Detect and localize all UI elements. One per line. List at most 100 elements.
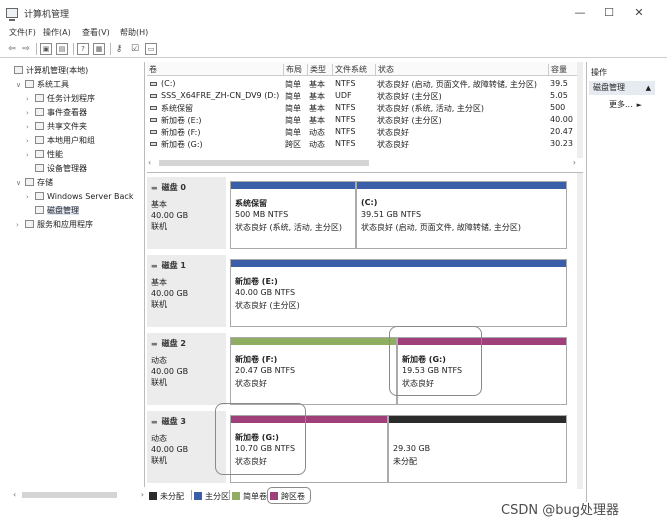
back-arrow-icon[interactable]: ⇦ xyxy=(6,43,18,55)
chevron-right-icon[interactable]: › xyxy=(26,190,35,204)
legend-divider xyxy=(229,490,230,500)
col-volume[interactable]: 卷 xyxy=(147,64,157,75)
collapse-arrow-icon[interactable]: ▲ xyxy=(646,81,651,95)
col-layout[interactable]: 布局 xyxy=(283,64,302,75)
disk-state: 联机 xyxy=(151,222,167,231)
key-icon[interactable]: ⚷ xyxy=(113,43,125,55)
disk-info[interactable]: 磁盘 1 基本 40.00 GB 联机 xyxy=(147,255,226,327)
title-bar: 计算机管理 — ☐ ✕ xyxy=(0,0,667,26)
view-icon[interactable]: ▭ xyxy=(145,43,157,55)
navigation-tree: 计算机管理(本地) ∨ 系统工具 › 任务计划程序 › 事件查看器 › 共享文件夹 › 本… xyxy=(12,62,145,487)
menu-bar: 文件(F) 操作(A) 查看(V) 帮助(H) xyxy=(0,26,667,40)
scroll-right-icon[interactable]: › xyxy=(573,158,576,168)
menu-action[interactable]: 操作(A) xyxy=(43,27,71,38)
table-row[interactable]: 新加卷 (G:) 跨区 动态 NTFS 状态良好 30.23 xyxy=(147,138,577,150)
checkmark-icon[interactable]: ☑ xyxy=(129,43,141,55)
scroll-left-icon[interactable]: ‹ xyxy=(148,158,151,168)
forward-arrow-icon[interactable]: ⇨ xyxy=(20,43,32,55)
col-type[interactable]: 类型 xyxy=(307,64,326,75)
partition-system-reserved[interactable]: 系统保留 500 MB NTFS 状态良好 (系统, 活动, 主分区) xyxy=(230,181,356,249)
chevron-right-icon[interactable]: › xyxy=(26,120,35,134)
tree-item-system-tools[interactable]: ∨ 系统工具 xyxy=(16,78,69,92)
show-hide-tree-icon[interactable]: ▤ xyxy=(56,43,68,55)
performance-icon xyxy=(35,150,44,158)
disk-row-1[interactable]: 磁盘 1 基本 40.00 GB 联机 新加卷 (E:) 40.00 GB NT… xyxy=(147,255,577,327)
col-status[interactable]: 状态 xyxy=(375,64,394,75)
table-row[interactable]: 新加卷 (F:) 简单 动态 NTFS 状态良好 20.47 xyxy=(147,126,577,138)
chevron-right-icon[interactable]: › xyxy=(26,148,35,162)
legend-swatch xyxy=(194,492,202,500)
chevron-right-icon[interactable]: › xyxy=(26,106,35,120)
table-row[interactable]: 新加卷 (E:) 简单 基本 NTFS 状态良好 (主分区) 40.00 xyxy=(147,114,577,126)
volume-list-horizontal-scrollbar[interactable]: ‹ › xyxy=(147,158,577,168)
chevron-right-icon[interactable]: › xyxy=(16,218,25,232)
more-actions-link[interactable]: 更多... ► xyxy=(609,99,642,110)
tree-item-local-users[interactable]: › 本地用户和组 xyxy=(26,134,95,148)
col-filesystem[interactable]: 文件系统 xyxy=(332,64,367,75)
table-row[interactable]: SSS_X64FRE_ZH-CN_DV9 (D:) 简单 基本 UDF 状态良好… xyxy=(147,90,577,102)
actions-section-disk-management[interactable]: 磁盘管理 ▲ xyxy=(589,81,655,95)
highlight-annotation-g-disk2 xyxy=(389,326,482,396)
table-row[interactable]: 系统保留 简单 基本 NTFS 状态良好 (系统, 活动, 主分区) 500 xyxy=(147,102,577,114)
volume-list-vertical-scrollbar[interactable] xyxy=(577,62,583,158)
disk-name: 磁盘 2 xyxy=(151,338,222,349)
disk-row-0[interactable]: 磁盘 0 基本 40.00 GB 联机 系统保留 500 MB NTFS 状态良… xyxy=(147,177,577,249)
disk-size: 40.00 GB xyxy=(151,211,189,220)
disk-kind: 基本 xyxy=(151,278,167,287)
properties-icon[interactable]: ▦ xyxy=(93,43,105,55)
scroll-thumb[interactable] xyxy=(159,160,369,166)
chevron-down-icon[interactable]: ∨ xyxy=(16,78,25,92)
menu-view[interactable]: 查看(V) xyxy=(82,27,110,38)
disk-row-3[interactable]: 磁盘 3 动态 40.00 GB 联机 新加卷 (G:) 10.70 GB NT… xyxy=(147,411,577,483)
scroll-left-icon[interactable]: ‹ xyxy=(13,490,16,500)
tree-item-storage[interactable]: ∨ 存储 xyxy=(16,176,53,190)
menu-help[interactable]: 帮助(H) xyxy=(120,27,148,38)
partition-c[interactable]: (C:) 39.51 GB NTFS 状态良好 (启动, 页面文件, 故障转储,… xyxy=(356,181,567,249)
scroll-thumb[interactable] xyxy=(22,492,117,498)
scroll-right-icon[interactable]: › xyxy=(141,490,144,500)
event-viewer-icon xyxy=(35,108,44,116)
tree-item-event-viewer[interactable]: › 事件查看器 xyxy=(26,106,87,120)
chevron-right-icon[interactable]: › xyxy=(26,134,35,148)
tree-item-task-scheduler[interactable]: › 任务计划程序 xyxy=(26,92,95,106)
disk-name: 磁盘 3 xyxy=(151,416,222,427)
tree-item-services-and-apps[interactable]: › 服务和应用程序 xyxy=(16,218,93,232)
tree-item-performance[interactable]: › 性能 xyxy=(26,148,63,162)
disk-name: 磁盘 0 xyxy=(151,182,222,193)
toolbar: ⇦ ⇨ ▣ ▤ ? ▦ ⚷ ☑ ▭ xyxy=(0,40,667,58)
table-row[interactable]: (C:) 简单 基本 NTFS 状态良好 (启动, 页面文件, 故障转储, 主分… xyxy=(147,78,577,90)
disk-state: 联机 xyxy=(151,300,167,309)
tree-horizontal-scrollbar[interactable]: ‹ › xyxy=(12,490,145,500)
disk-row-2[interactable]: 磁盘 2 动态 40.00 GB 联机 新加卷 (F:) 20.47 GB NT… xyxy=(147,333,577,405)
disk-info[interactable]: 磁盘 2 动态 40.00 GB 联机 xyxy=(147,333,226,405)
partition-color-bar xyxy=(231,182,355,189)
partition-unallocated[interactable]: 29.30 GB 未分配 xyxy=(388,415,567,483)
tree-item-disk-management[interactable]: 磁盘管理 xyxy=(35,204,79,218)
disk-view-vertical-scrollbar[interactable] xyxy=(577,173,583,489)
drive-icon xyxy=(150,82,157,86)
col-capacity[interactable]: 容量 xyxy=(548,64,567,75)
close-button[interactable]: ✕ xyxy=(626,5,652,21)
partition-e[interactable]: 新加卷 (E:) 40.00 GB NTFS 状态良好 (主分区) xyxy=(230,259,567,327)
tree-item-computer-management[interactable]: 计算机管理(本地) xyxy=(14,64,88,78)
disk-info[interactable]: 磁盘 0 基本 40.00 GB 联机 xyxy=(147,177,226,249)
up-folder-icon[interactable]: ▣ xyxy=(40,43,52,55)
disk-management-icon xyxy=(35,206,44,214)
minimize-button[interactable]: — xyxy=(567,5,593,21)
tree-item-shared-folders[interactable]: › 共享文件夹 xyxy=(26,120,87,134)
drive-icon xyxy=(150,106,157,110)
folder-icon xyxy=(35,122,44,130)
watermark: CSDN @bug处理器 xyxy=(501,503,619,518)
chevron-right-icon[interactable]: › xyxy=(26,92,35,106)
tree-item-device-manager[interactable]: 设备管理器 xyxy=(35,162,87,176)
highlight-annotation-legend xyxy=(267,487,311,504)
partition-color-bar xyxy=(357,182,566,189)
chevron-down-icon[interactable]: ∨ xyxy=(16,176,25,190)
disk-kind: 动态 xyxy=(151,356,167,365)
partition-f[interactable]: 新加卷 (F:) 20.47 GB NTFS 状态良好 xyxy=(230,337,397,405)
maximize-button[interactable]: ☐ xyxy=(596,5,622,21)
tree-item-windows-server-backup[interactable]: › Windows Server Back xyxy=(26,190,133,204)
help-icon[interactable]: ? xyxy=(77,43,89,55)
drive-icon xyxy=(150,118,157,122)
menu-file[interactable]: 文件(F) xyxy=(9,27,36,38)
